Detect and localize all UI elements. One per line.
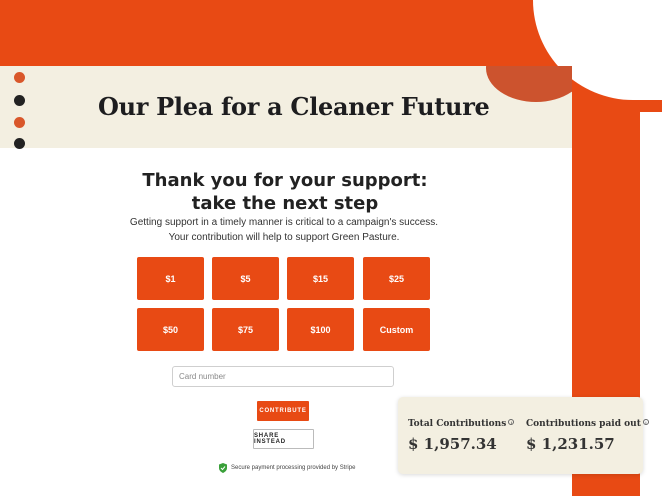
info-icon[interactable]: i [508,419,515,425]
form-description-line2: Your contribution will help to support G… [168,232,400,243]
amount-button-50[interactable]: $50 [137,308,204,351]
amount-button-1[interactable]: $1 [137,257,204,300]
background-white-strip [640,112,662,496]
amount-button-custom[interactable]: Custom [363,308,430,351]
decorative-dot [14,72,25,83]
decorative-dot [14,117,25,128]
contributions-paid-out-value: $ 1,231.57 [526,435,615,453]
total-contributions-value: $ 1,957.34 [408,435,497,453]
page-title: Our Plea for a Cleaner Future [98,92,490,121]
amount-button-100[interactable]: $100 [287,308,354,351]
info-icon[interactable]: i [642,419,649,425]
share-instead-button[interactable]: SHARE INSTEAD [253,429,314,449]
amount-button-15[interactable]: $15 [287,257,354,300]
contribute-button[interactable]: CONTRIBUTE [257,401,309,421]
secure-payment-text: Secure payment processing provided by St… [231,465,356,471]
total-contributions-label: Total Contributions i [408,419,515,429]
form-description-line1: Getting support in a timely manner is cr… [129,217,439,228]
card-number-input[interactable] [172,366,394,387]
decorative-dot [14,95,25,106]
contributions-stats-card: Total Contributions i $ 1,957.34 Contribu… [398,397,649,474]
contributions-paid-out-label: Contributions paid out i [526,419,649,429]
secure-payment-note: Secure payment processing provided by St… [219,463,355,473]
amount-button-5[interactable]: $5 [212,257,279,300]
decorative-dot [14,138,25,149]
amount-button-75[interactable]: $75 [212,308,279,351]
amount-button-25[interactable]: $25 [363,257,430,300]
page-header: Our Plea for a Cleaner Future [0,66,572,148]
header-decoration [486,66,572,102]
shield-check-icon [219,463,227,473]
form-heading: Thank you for your support: take the nex… [142,170,428,214]
